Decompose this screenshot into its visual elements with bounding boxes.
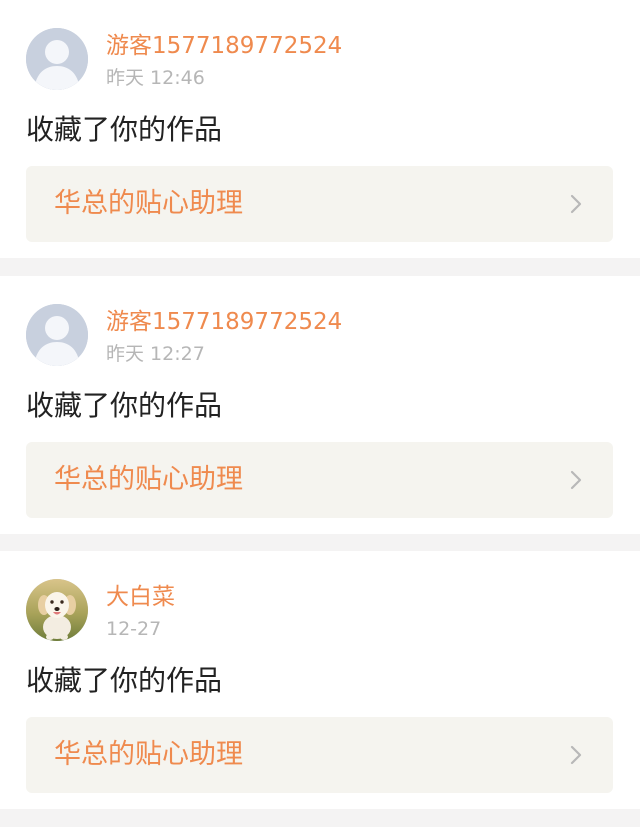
chevron-right-icon <box>570 470 582 490</box>
work-link-card[interactable]: 华总的贴心助理 <box>26 717 613 793</box>
notification-feed: 游客1577189772524 昨天 12:46 收藏了你的作品 华总的贴心助理… <box>0 0 640 827</box>
timestamp: 12-27 <box>106 618 162 640</box>
default-user-icon[interactable] <box>26 304 88 366</box>
username[interactable]: 游客1577189772524 <box>106 307 342 337</box>
notification-card: 大白菜 12-27 收藏了你的作品 华总的贴心助理 <box>0 551 640 809</box>
chevron-right-icon <box>570 194 582 214</box>
default-user-icon[interactable] <box>26 28 88 90</box>
work-title: 华总的贴心助理 <box>54 464 243 495</box>
notification-message: 收藏了你的作品 <box>26 113 223 146</box>
username[interactable]: 游客1577189772524 <box>106 31 342 61</box>
chevron-right-icon <box>570 745 582 765</box>
work-title: 华总的贴心助理 <box>54 739 243 770</box>
notification-message: 收藏了你的作品 <box>26 389 223 422</box>
dog-photo-avatar[interactable] <box>26 579 88 641</box>
timestamp: 昨天 12:27 <box>106 343 205 365</box>
work-title: 华总的贴心助理 <box>54 188 243 219</box>
work-link-card[interactable]: 华总的贴心助理 <box>26 442 613 518</box>
notification-card: 游客1577189772524 昨天 12:46 收藏了你的作品 华总的贴心助理 <box>0 0 640 258</box>
username[interactable]: 大白菜 <box>106 582 175 612</box>
timestamp: 昨天 12:46 <box>106 67 205 89</box>
notification-message: 收藏了你的作品 <box>26 664 223 697</box>
work-link-card[interactable]: 华总的贴心助理 <box>26 166 613 242</box>
notification-card: 游客1577189772524 昨天 12:27 收藏了你的作品 华总的贴心助理 <box>0 276 640 534</box>
